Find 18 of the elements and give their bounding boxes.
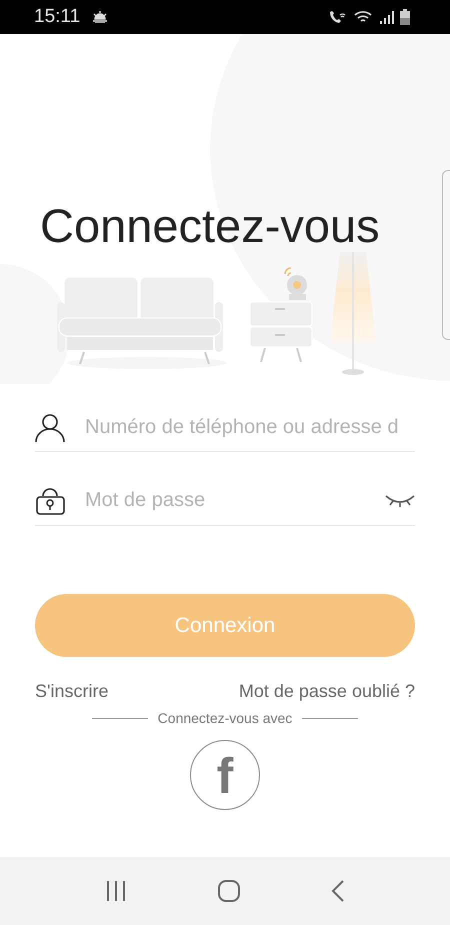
signal-icon (380, 10, 394, 24)
forgot-password-link[interactable]: Mot de passe oublié ? (238, 681, 415, 702)
lock-icon (35, 486, 65, 516)
facebook-login-button[interactable]: f (190, 740, 260, 810)
wifi-call-icon (328, 10, 348, 24)
text-field[interactable]: Numéro de téléphone ou adresse d (85, 416, 415, 439)
battery-icon (400, 9, 410, 25)
page-title: Connectez-vous (40, 198, 380, 254)
status-time: 15:11 (34, 6, 80, 28)
text-field[interactable]: Mot de passe (85, 489, 365, 512)
eye-closed-icon[interactable] (385, 494, 415, 508)
user-icon (35, 412, 65, 442)
recent-apps-icon[interactable] (105, 881, 127, 901)
register-link[interactable]: S'inscrire (35, 681, 108, 702)
social-login-label: Connectez-vous avec (158, 710, 292, 726)
wifi-icon (354, 10, 374, 24)
back-icon[interactable] (331, 880, 345, 902)
home-icon[interactable] (217, 879, 241, 903)
